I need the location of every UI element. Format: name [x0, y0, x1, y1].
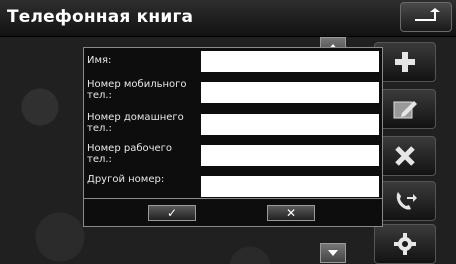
- page-title: Телефонная книга: [7, 7, 194, 27]
- home-field[interactable]: [201, 114, 379, 135]
- home-label: Номер домашнего тел.:: [87, 112, 184, 134]
- title-bar: Телефонная книга: [0, 0, 456, 37]
- return-arrow-icon: [415, 8, 440, 21]
- mobile-field[interactable]: [201, 82, 379, 103]
- dialog-footer: ✓ ✕: [84, 199, 382, 226]
- settings-button[interactable]: [374, 224, 436, 264]
- edit-contact-button[interactable]: [374, 89, 436, 129]
- delete-contact-button[interactable]: [374, 136, 436, 176]
- edit-icon: [393, 101, 417, 119]
- add-contact-button[interactable]: [374, 42, 436, 82]
- back-button[interactable]: [400, 2, 452, 32]
- plus-icon: [395, 52, 415, 72]
- other-field[interactable]: [201, 176, 379, 197]
- name-label: Имя:: [87, 55, 112, 66]
- delete-icon: [395, 146, 415, 166]
- call-forward-button[interactable]: [374, 181, 436, 221]
- name-field[interactable]: [201, 51, 379, 72]
- new-contact-dialog: Имя: Номер мобильного тел.: Номер домашн…: [83, 47, 383, 227]
- cancel-button[interactable]: ✕: [267, 205, 315, 221]
- scroll-down-button[interactable]: [320, 243, 346, 263]
- mobile-label: Номер мобильного тел.:: [87, 79, 187, 101]
- chevron-down-icon: [328, 250, 338, 256]
- work-field[interactable]: [201, 145, 379, 166]
- ok-button[interactable]: ✓: [148, 205, 196, 221]
- settings-icon: [394, 233, 416, 255]
- call-forward-icon: [396, 192, 417, 210]
- other-label: Другой номер:: [87, 174, 165, 185]
- work-label: Номер рабочего тел.:: [87, 143, 173, 165]
